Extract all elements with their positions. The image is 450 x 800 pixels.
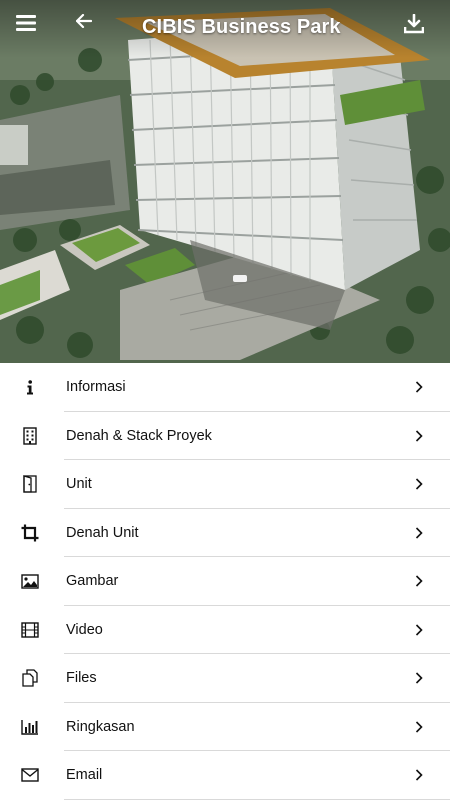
- chevron-right-icon: [414, 720, 424, 734]
- menu-item-label: Files: [66, 670, 97, 687]
- menu-item-label: Video: [66, 621, 103, 638]
- menu-item-label: Ringkasan: [66, 718, 135, 735]
- menu-item-email[interactable]: Email: [0, 751, 450, 800]
- chevron-right-icon: [414, 380, 424, 394]
- menu-item-informasi[interactable]: Informasi: [0, 363, 450, 412]
- chevron-right-icon: [414, 768, 424, 782]
- chevron-right-icon: [414, 671, 424, 685]
- menu-item-unit[interactable]: Unit: [0, 460, 450, 509]
- chevron-right-icon: [414, 623, 424, 637]
- back-arrow-icon[interactable]: [76, 14, 106, 44]
- hamburger-menu-icon[interactable]: [16, 14, 46, 44]
- menu-item-files[interactable]: Files: [0, 654, 450, 703]
- menu-item-label: Email: [66, 767, 103, 784]
- menu-item-gambar[interactable]: Gambar: [0, 557, 450, 606]
- menu-item-label: Denah & Stack Proyek: [66, 427, 212, 444]
- chevron-right-icon: [414, 477, 424, 491]
- menu-item-label: Unit: [66, 476, 92, 493]
- info-icon: [20, 377, 40, 397]
- page-title: CIBIS Business Park: [142, 16, 341, 38]
- project-hero-image: CIBIS Business Park: [0, 0, 450, 363]
- bar-chart-icon: [20, 717, 40, 737]
- door-icon: [20, 474, 40, 494]
- chevron-right-icon: [414, 526, 424, 540]
- menu-item-video[interactable]: Video: [0, 606, 450, 655]
- menu-item-label: Denah Unit: [66, 524, 139, 541]
- image-icon: [20, 571, 40, 591]
- menu-item-label: Informasi: [66, 379, 126, 396]
- menu-item-ringkasan[interactable]: Ringkasan: [0, 703, 450, 752]
- menu-item-label: Gambar: [66, 573, 119, 590]
- app-toolbar: CIBIS Business Park: [0, 0, 450, 58]
- chevron-right-icon: [414, 429, 424, 443]
- menu-item-denah-stack-proyek[interactable]: Denah & Stack Proyek: [0, 412, 450, 461]
- chevron-right-icon: [414, 574, 424, 588]
- envelope-icon: [20, 765, 40, 785]
- files-icon: [20, 668, 40, 688]
- menu-item-denah-unit[interactable]: Denah Unit: [0, 509, 450, 558]
- building-icon: [20, 426, 40, 446]
- crop-icon: [20, 523, 40, 543]
- film-icon: [20, 620, 40, 640]
- download-icon[interactable]: [404, 14, 434, 44]
- project-menu-list: Informasi Denah & Stack Proyek Unit Dena…: [0, 363, 450, 800]
